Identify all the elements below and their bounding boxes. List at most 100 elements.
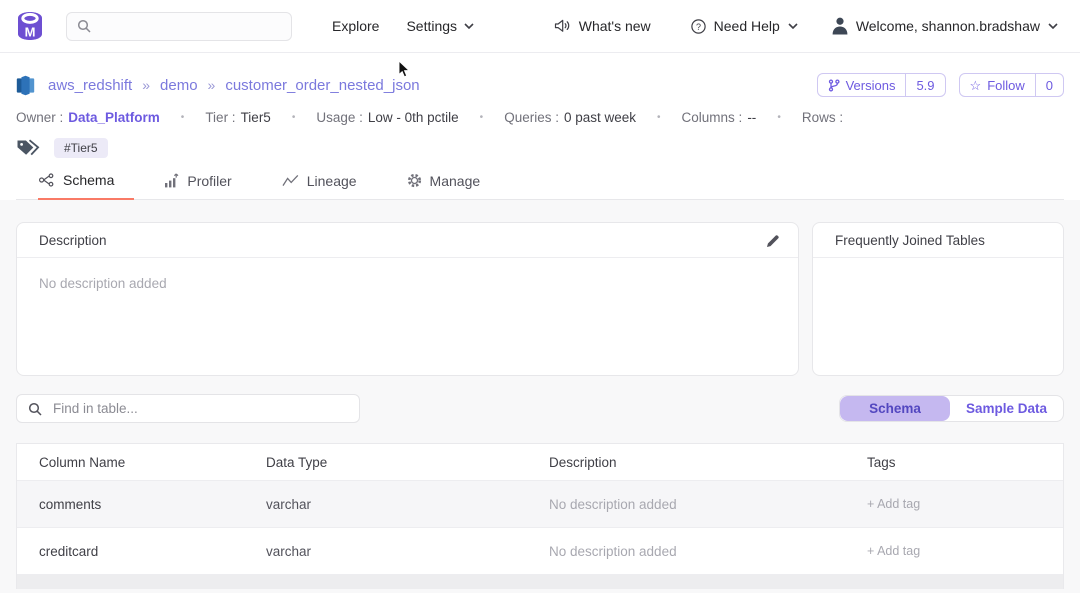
frequently-joined-panel: Frequently Joined Tables <box>812 222 1064 376</box>
redshift-icon <box>16 75 35 96</box>
profiler-icon <box>164 173 179 188</box>
tab-manage[interactable]: Manage <box>407 172 501 199</box>
description-empty-text: No description added <box>17 258 798 309</box>
nav-settings[interactable]: Settings <box>406 18 474 34</box>
help-circle-icon: ? <box>691 19 706 34</box>
table-row[interactable]: comments varchar No description added + … <box>17 481 1063 528</box>
cell-description: No description added <box>549 544 867 559</box>
meta-separator: • <box>181 112 185 123</box>
gear-icon <box>407 173 422 188</box>
cell-column-name: comments <box>39 497 266 512</box>
lineage-icon <box>282 174 299 187</box>
meta-rows-label: Rows : <box>802 110 843 125</box>
breadcrumb-table[interactable]: customer_order_nested_json <box>225 77 419 94</box>
table-toolbar: Schema Sample Data <box>16 394 1064 423</box>
meta-tier-value: Tier5 <box>241 110 271 125</box>
tab-manage-label: Manage <box>430 173 481 189</box>
versions-label: Versions <box>846 78 896 93</box>
table-row[interactable]: creditcard varchar No description added … <box>17 528 1063 575</box>
schema-tab-content: Description No description added Frequen… <box>0 200 1080 593</box>
follow-label: Follow <box>987 78 1025 93</box>
table-row-partial <box>17 575 1063 589</box>
follow-count[interactable]: 0 <box>1035 74 1063 96</box>
columns-table: Column Name Data Type Description Tags c… <box>16 443 1064 589</box>
edit-description-button[interactable] <box>766 234 780 248</box>
meta-tier-label: Tier : <box>205 110 235 125</box>
add-tag-button[interactable]: + Add tag <box>867 497 1063 511</box>
breadcrumb-source[interactable]: aws_redshift <box>48 77 132 94</box>
search-icon <box>77 19 91 33</box>
search-icon <box>28 402 42 416</box>
find-in-table-input[interactable] <box>51 400 348 417</box>
user-avatar-icon <box>832 17 848 35</box>
asset-header: aws_redshift » demo » customer_order_nes… <box>0 73 1080 200</box>
cell-data-type: varchar <box>266 544 549 559</box>
navbar-right: What's new ? Need Help Welcome, shannon.… <box>554 17 1058 35</box>
nav-need-help[interactable]: ? Need Help <box>691 18 798 34</box>
toggle-schema[interactable]: Schema <box>840 396 950 421</box>
meta-queries-value: 0 past week <box>564 110 636 125</box>
top-navbar: M Explore Settings What's new ? Need Hel <box>0 0 1080 53</box>
tab-schema[interactable]: Schema <box>38 172 134 200</box>
breadcrumb-separator: » <box>142 77 150 93</box>
schema-icon <box>38 173 55 187</box>
nav-whats-new[interactable]: What's new <box>554 18 651 34</box>
chevron-down-icon <box>464 23 474 29</box>
meta-columns-label: Columns : <box>682 110 743 125</box>
nav-explore[interactable]: Explore <box>332 18 379 34</box>
megaphone-icon <box>554 18 571 34</box>
meta-separator: • <box>777 112 781 123</box>
meta-usage-value: Low - 0th pctile <box>368 110 459 125</box>
versions-count[interactable]: 5.9 <box>905 74 944 96</box>
col-header-description: Description <box>549 455 867 470</box>
meta-separator: • <box>292 112 296 123</box>
breadcrumb-schema[interactable]: demo <box>160 77 198 94</box>
user-greeting: Welcome, shannon.bradshaw <box>856 18 1040 34</box>
cell-data-type: varchar <box>266 497 549 512</box>
follow-button[interactable]: ☆ Follow 0 <box>959 73 1064 97</box>
meta-separator: • <box>657 112 661 123</box>
pencil-icon <box>766 234 780 248</box>
description-title: Description <box>39 233 107 248</box>
tab-profiler-label: Profiler <box>187 173 231 189</box>
cell-description: No description added <box>549 497 867 512</box>
toggle-sample-data[interactable]: Sample Data <box>950 396 1063 421</box>
global-search-input[interactable] <box>99 18 281 35</box>
frequently-joined-title: Frequently Joined Tables <box>835 233 985 248</box>
frequently-joined-body <box>813 258 1063 294</box>
svg-text:M: M <box>25 25 36 40</box>
tab-profiler[interactable]: Profiler <box>164 172 251 199</box>
global-search[interactable] <box>66 12 292 41</box>
tab-lineage[interactable]: Lineage <box>282 172 377 199</box>
user-menu[interactable]: Welcome, shannon.bradshaw <box>832 17 1058 35</box>
asset-tabs: Schema Profiler Lineage Manage <box>16 172 1064 200</box>
description-panel: Description No description added <box>16 222 799 376</box>
meta-columns-value: -- <box>747 110 756 125</box>
add-tag-button[interactable]: + Add tag <box>867 544 1063 558</box>
cell-column-name: creditcard <box>39 544 266 559</box>
header-action-buttons: Versions 5.9 ☆ Follow 0 <box>817 73 1064 97</box>
meta-separator: • <box>480 112 484 123</box>
versions-button[interactable]: Versions 5.9 <box>817 73 946 97</box>
app-logo-icon[interactable]: M <box>16 11 44 41</box>
breadcrumb: aws_redshift » demo » customer_order_nes… <box>16 75 420 96</box>
svg-text:?: ? <box>696 21 701 31</box>
meta-owner-value[interactable]: Data_Platform <box>68 110 160 125</box>
star-icon: ☆ <box>970 79 982 92</box>
summary-panels: Description No description added Frequen… <box>16 222 1064 376</box>
find-in-table[interactable] <box>16 394 360 423</box>
tag-chip[interactable]: #Tier5 <box>54 138 108 158</box>
tag-row: #Tier5 <box>16 137 1064 158</box>
meta-owner-label: Owner : <box>16 110 63 125</box>
col-header-tags: Tags <box>867 455 1063 470</box>
table-header-row: Column Name Data Type Description Tags <box>17 444 1063 481</box>
chevron-down-icon <box>788 23 798 29</box>
view-toggle: Schema Sample Data <box>839 395 1064 422</box>
need-help-label: Need Help <box>714 18 780 34</box>
chevron-down-icon <box>1048 23 1058 29</box>
branch-icon <box>828 79 840 92</box>
tag-icon <box>16 138 41 157</box>
nav-settings-label: Settings <box>406 18 457 34</box>
col-header-name: Column Name <box>39 455 266 470</box>
breadcrumb-row: aws_redshift » demo » customer_order_nes… <box>16 73 1064 97</box>
